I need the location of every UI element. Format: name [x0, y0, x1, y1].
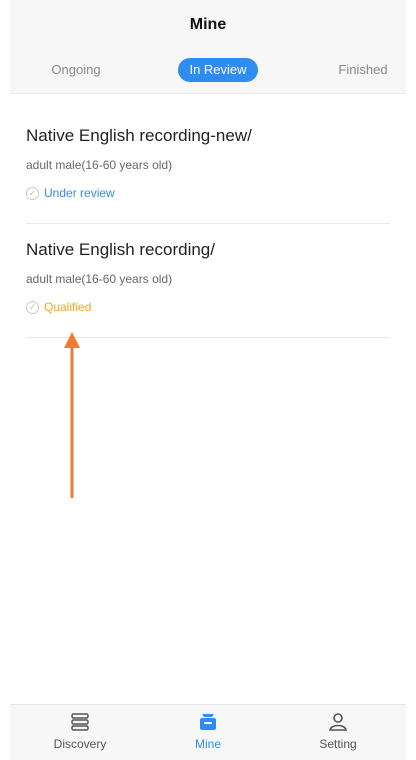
- item-subtitle: adult male(16-60 years old): [26, 272, 173, 286]
- list-item[interactable]: Native English recording-new/ adult male…: [26, 110, 390, 224]
- discovery-icon: [71, 713, 89, 731]
- item-title: Native English recording/: [26, 240, 215, 259]
- annotation-arrow: [64, 332, 80, 498]
- status-badge: ✓ Qualified: [26, 300, 91, 314]
- nav-label: Setting: [319, 737, 357, 751]
- status-badge: ✓ Under review: [26, 186, 115, 200]
- setting-icon: [329, 713, 347, 731]
- nav-mine[interactable]: Mine: [168, 711, 248, 751]
- tab-ongoing[interactable]: Ongoing: [46, 58, 106, 82]
- tab-finished[interactable]: Finished: [328, 58, 398, 82]
- list-item[interactable]: Native English recording/ adult male(16-…: [26, 224, 390, 338]
- bottom-nav: Discovery Mine Setting: [10, 704, 406, 760]
- nav-discovery[interactable]: Discovery: [40, 711, 120, 751]
- app-frame: Mine Ongoing In Review Finished Native E…: [0, 0, 416, 760]
- nav-setting[interactable]: Setting: [298, 711, 378, 751]
- check-circle-icon: ✓: [26, 186, 39, 200]
- page-title: Mine: [189, 16, 227, 33]
- status-label: Under review: [44, 186, 115, 200]
- status-label: Qualified: [44, 300, 92, 314]
- nav-label: Discovery: [53, 737, 107, 751]
- item-subtitle: adult male(16-60 years old): [26, 158, 173, 172]
- nav-label: Mine: [194, 737, 221, 751]
- mine-icon: [200, 714, 216, 730]
- tab-in-review[interactable]: In Review: [178, 58, 258, 82]
- item-title: Native English recording-new/: [26, 126, 252, 145]
- header: Mine Ongoing In Review Finished: [10, 0, 406, 94]
- tab-bar: Ongoing In Review Finished: [10, 58, 406, 82]
- task-list: Native English recording-new/ adult male…: [26, 110, 390, 338]
- check-circle-icon: ✓: [26, 300, 39, 314]
